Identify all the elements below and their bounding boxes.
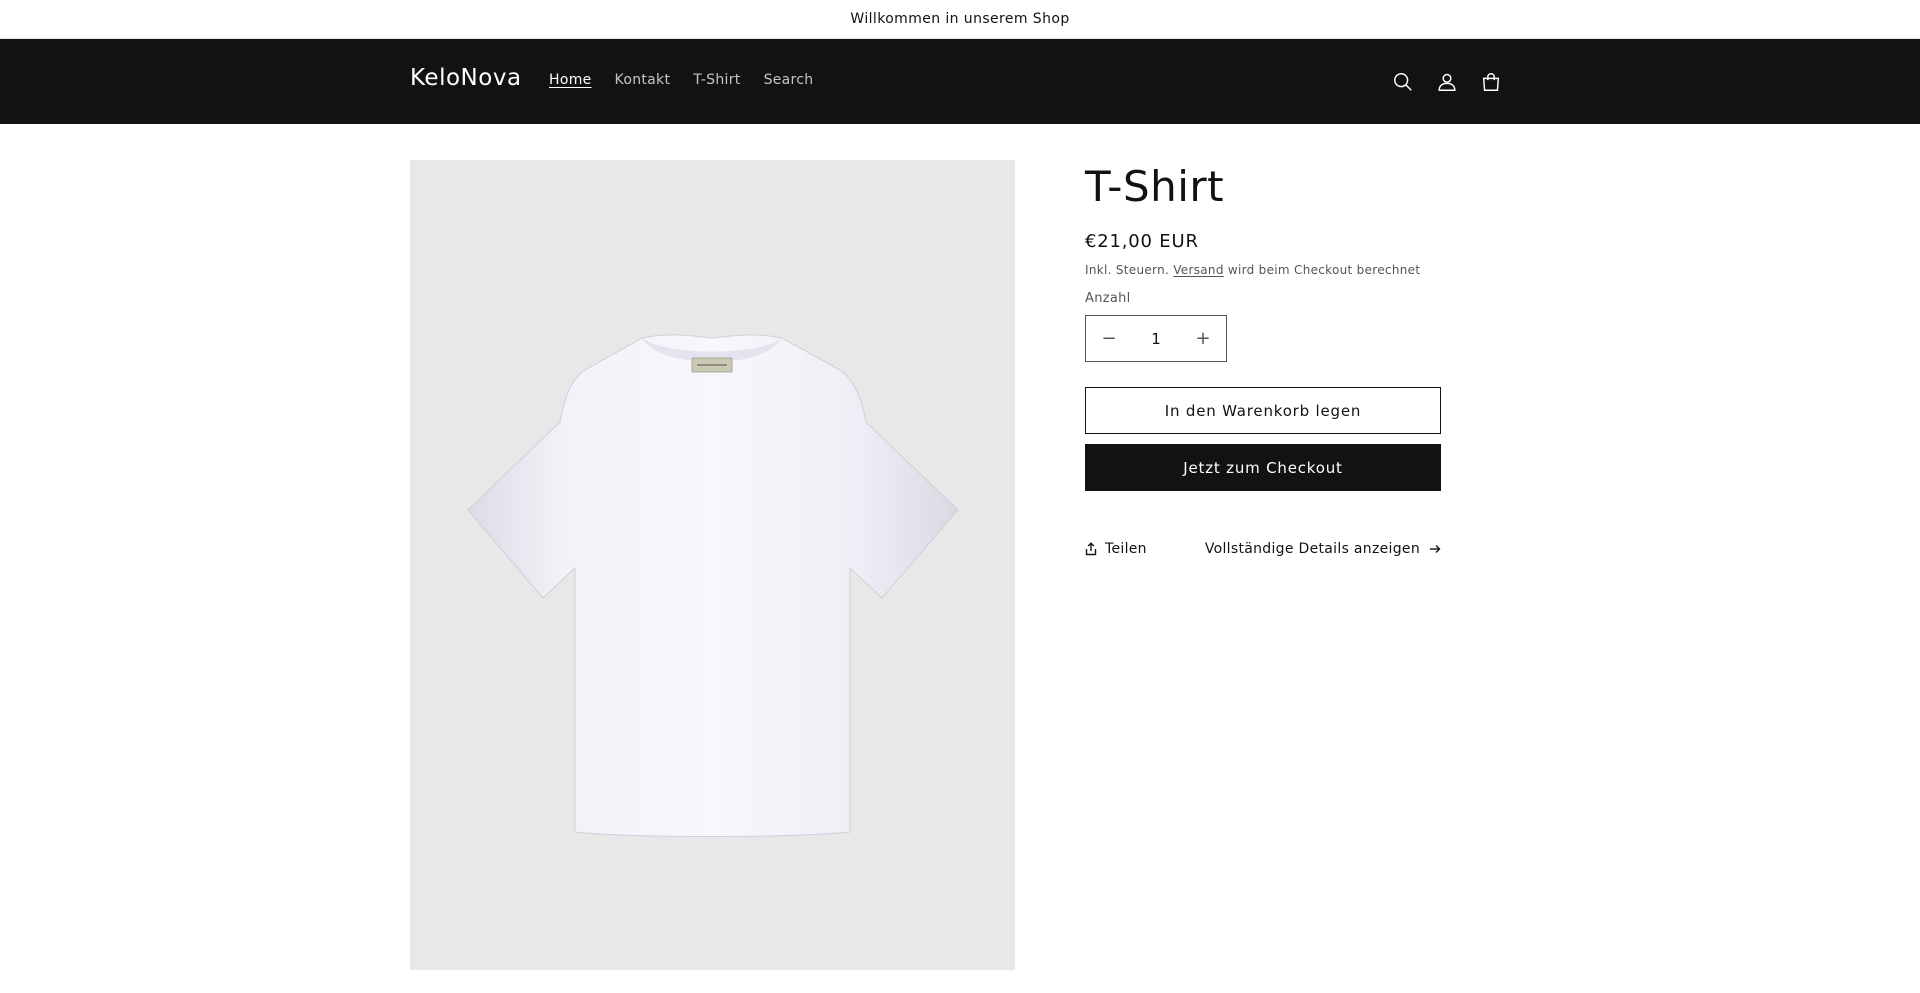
nav-link-search[interactable]: Search — [764, 73, 814, 88]
search-icon[interactable] — [1390, 69, 1416, 95]
quantity-input[interactable] — [1133, 316, 1179, 361]
quantity-increase-button[interactable]: + — [1180, 316, 1226, 361]
product-image[interactable] — [410, 160, 1015, 970]
shipping-link[interactable]: Versand — [1173, 263, 1224, 277]
add-to-cart-button[interactable]: In den Warenkorb legen — [1085, 387, 1441, 434]
announcement-text: Willkommen in unserem Shop — [850, 11, 1070, 27]
product-links: Teilen Vollständige Details anzeigen — [1085, 541, 1441, 557]
buy-now-button[interactable]: Jetzt zum Checkout — [1085, 444, 1441, 491]
share-label: Teilen — [1105, 541, 1147, 557]
tax-suffix: wird beim Checkout berechnet — [1227, 263, 1421, 277]
cart-icon[interactable] — [1478, 69, 1504, 95]
arrow-right-icon — [1430, 545, 1441, 553]
product-info: T-Shirt €21,00 EUR Inkl. Steuern. Versan… — [1085, 160, 1441, 557]
product-title: T-Shirt — [1085, 162, 1225, 211]
share-button[interactable]: Teilen — [1085, 541, 1147, 557]
product-price: €21,00 EUR — [1085, 231, 1199, 252]
account-icon[interactable] — [1434, 69, 1460, 95]
quantity-label: Anzahl — [1085, 291, 1131, 306]
announcement-bar: Willkommen in unserem Shop — [0, 0, 1920, 39]
share-icon — [1085, 542, 1097, 556]
full-details-label: Vollständige Details anzeigen — [1204, 541, 1420, 557]
header-icons — [1390, 69, 1522, 95]
main-nav: Home Kontakt T-Shirt Search — [549, 73, 836, 88]
store-logo[interactable]: KeloNova — [410, 65, 522, 91]
tax-note: Inkl. Steuern. Versand wird beim Checkou… — [1085, 263, 1441, 277]
nav-link-tshirt[interactable]: T-Shirt — [693, 73, 740, 88]
quantity-stepper: − + — [1085, 315, 1227, 362]
full-details-link[interactable]: Vollständige Details anzeigen — [1205, 541, 1441, 557]
white-tshirt-image — [410, 160, 1015, 970]
site-header: KeloNova Home Kontakt T-Shirt Search — [0, 39, 1920, 124]
nav-link-home[interactable]: Home — [549, 73, 592, 88]
nav-link-kontakt[interactable]: Kontakt — [615, 73, 671, 88]
quantity-decrease-button[interactable]: − — [1086, 316, 1132, 361]
tax-prefix: Inkl. Steuern. — [1085, 263, 1170, 277]
